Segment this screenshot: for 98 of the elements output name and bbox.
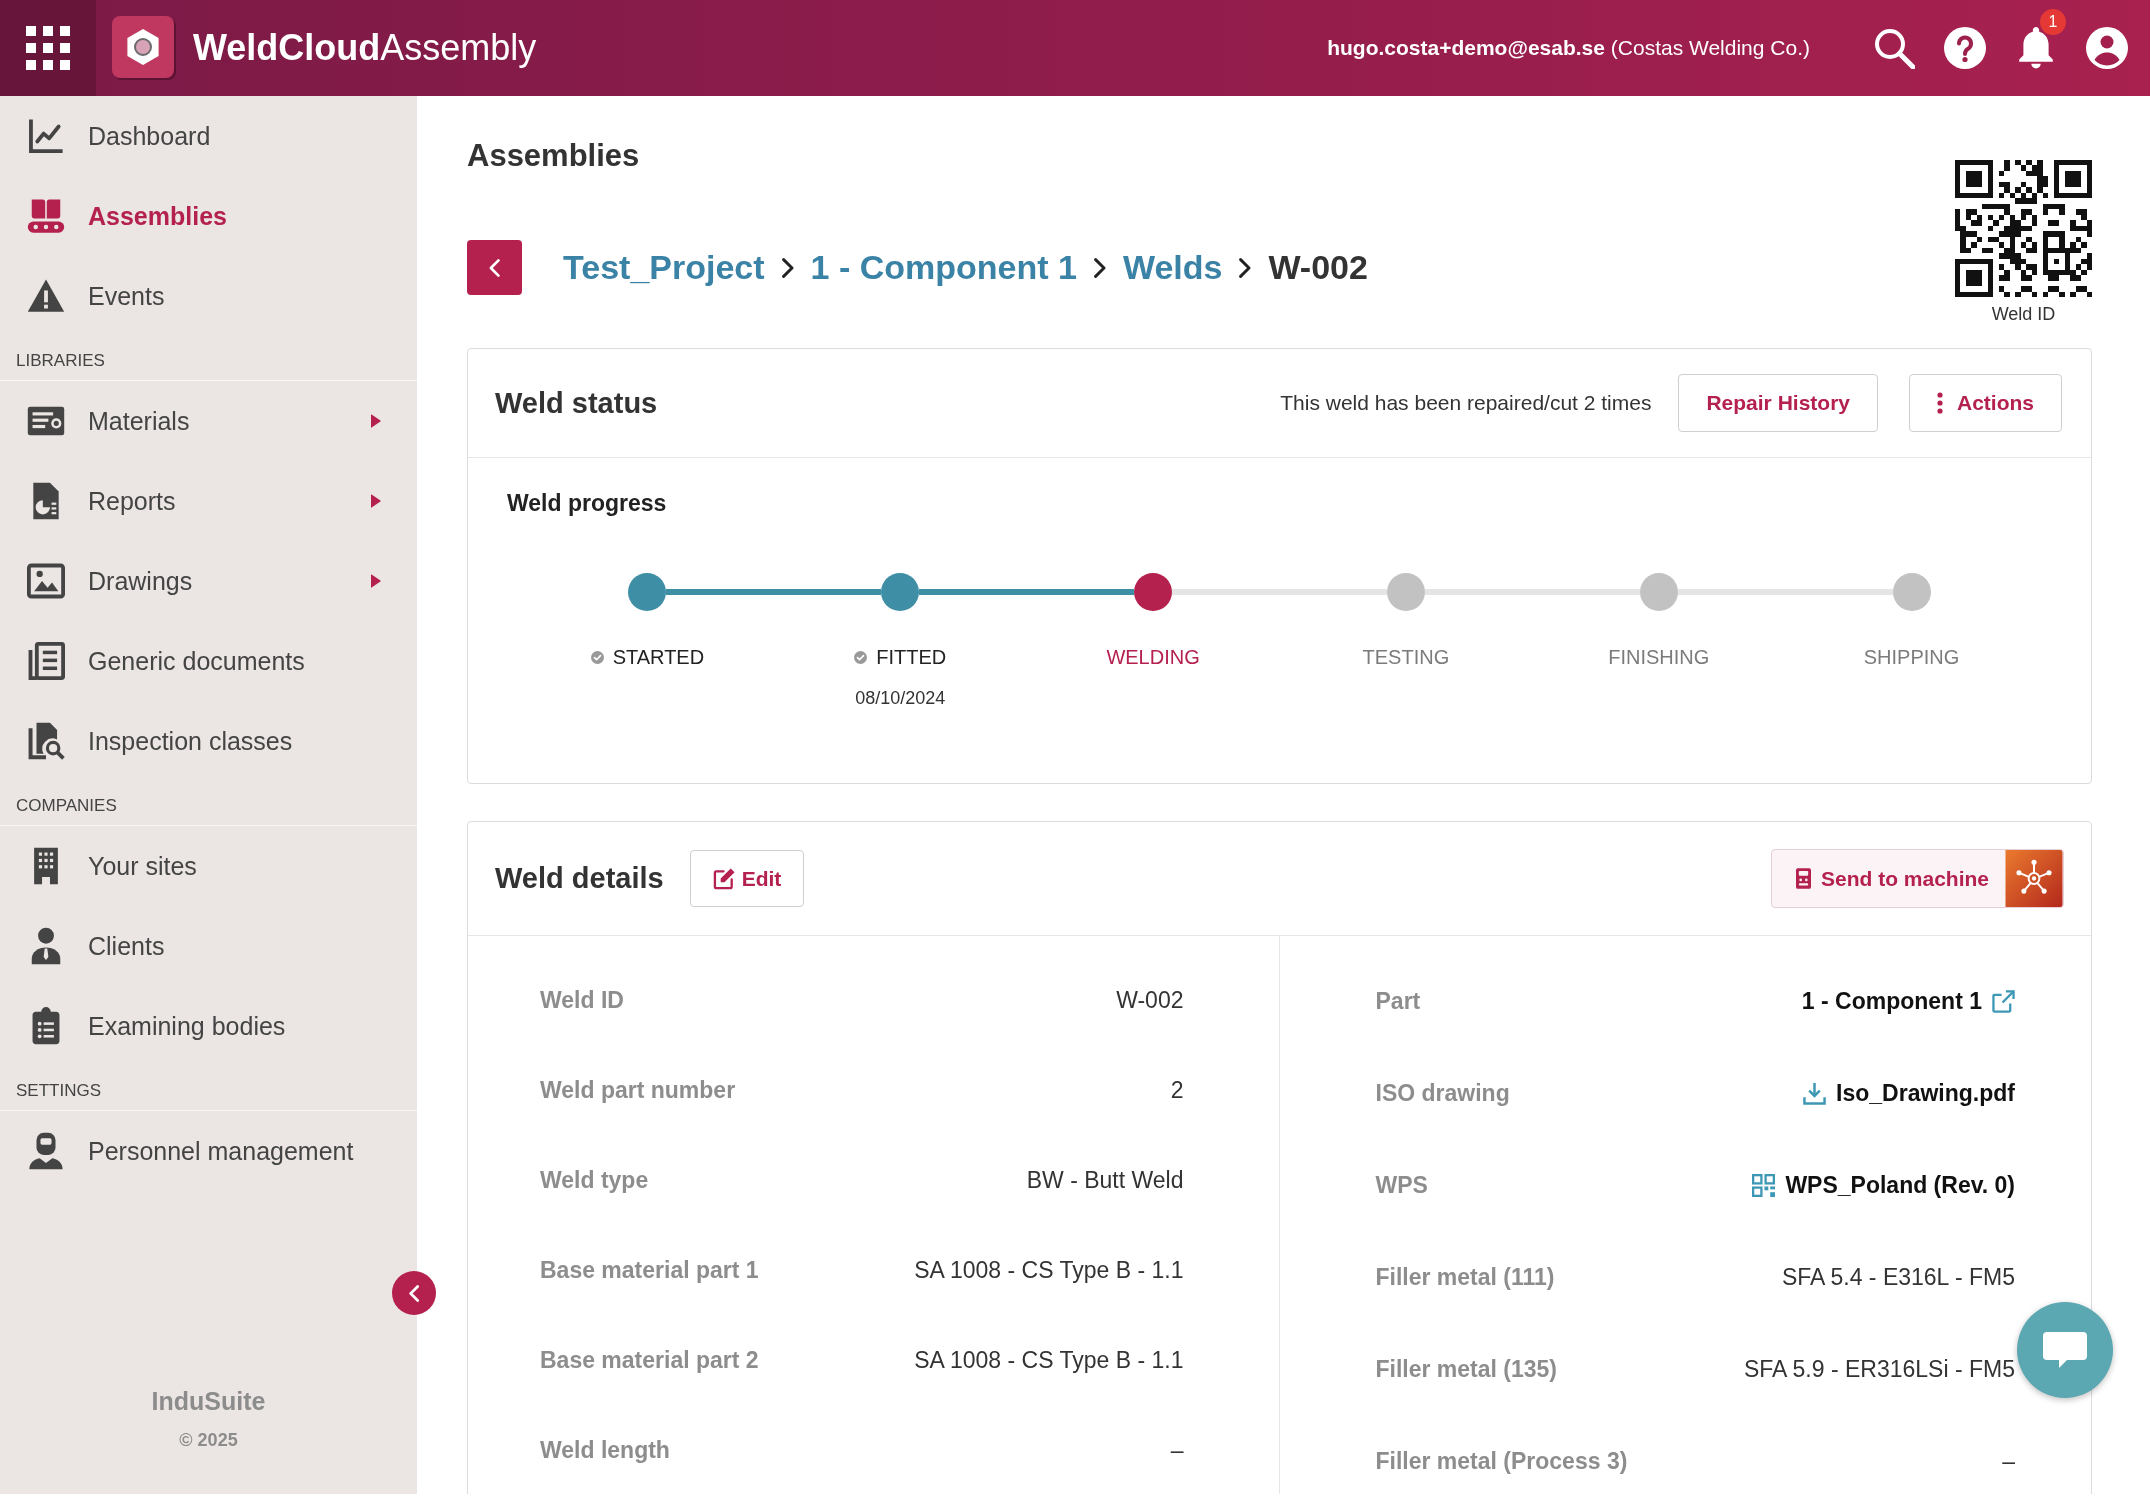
help-icon [1944, 27, 1986, 69]
edit-icon [712, 867, 736, 890]
chevron-right-icon [1239, 257, 1252, 278]
field-label: Base material part 2 [540, 1346, 759, 1374]
sidebar-item[interactable]: Drawings [0, 541, 417, 621]
field-value: – [1170, 1436, 1184, 1464]
field-label: Filler metal (111) [1375, 1263, 1555, 1291]
actions-menu-button[interactable]: Actions [1909, 374, 2062, 432]
send-to-machine-button[interactable]: Send to machine [1770, 849, 2064, 908]
section-heading: COMPANIES [0, 781, 417, 826]
page-title: Assemblies [467, 137, 640, 175]
section-heading: LIBRARIES [0, 336, 417, 381]
sidebar-item[interactable]: Dashboard [0, 96, 417, 176]
field-label: Filler metal (135) [1375, 1355, 1558, 1383]
field-value: BW - Butt Weld [1026, 1166, 1184, 1194]
breadcrumb-link[interactable]: 1 - Component 1 [810, 248, 1077, 287]
field-label: Weld part number [540, 1076, 736, 1104]
footer-brand: InduSuite [151, 1386, 266, 1416]
app-title: WeldCloudAssembly [193, 27, 537, 69]
field-value: SFA 5.9 - ER316LSi - FM5 [1744, 1355, 2015, 1383]
step-label: STARTED [612, 645, 705, 669]
check-circle-icon [590, 650, 604, 664]
step-label: TESTING [1362, 645, 1450, 669]
notification-badge: 1 [2040, 9, 2066, 35]
field-value: SA 1008 - CS Type B - 1.1 [914, 1346, 1184, 1374]
line-chart-icon [27, 117, 65, 155]
account-button[interactable] [2086, 27, 2128, 69]
chevron-right-icon [781, 257, 794, 278]
document-search-icon [27, 722, 65, 760]
document-icon [27, 642, 65, 680]
card-title: Weld details [495, 862, 664, 895]
warning-icon [27, 277, 65, 315]
sidebar-item[interactable]: Assemblies [0, 176, 417, 256]
section-heading: SETTINGS [0, 1066, 417, 1111]
sidebar-item[interactable]: Materials [0, 381, 417, 461]
welder-icon [27, 1132, 65, 1170]
grid-icon [26, 26, 70, 70]
download-icon [1803, 1081, 1827, 1105]
hub-icon [2005, 850, 2063, 907]
field-value: SFA 5.4 - E316L - FM5 [1781, 1263, 2015, 1291]
part-link[interactable]: 1 - Component 1 [1801, 987, 2015, 1015]
field-value: W-002 [1116, 986, 1184, 1014]
check-circle-icon [854, 650, 868, 664]
sidebar-item[interactable]: Reports [0, 461, 417, 541]
sidebar-item[interactable]: Clients [0, 906, 417, 986]
search-icon [1873, 27, 1915, 69]
field-value: – [2002, 1447, 2015, 1475]
copyright-text: © 2025 [179, 1429, 238, 1452]
machine-icon [1795, 868, 1811, 889]
search-button[interactable] [1873, 27, 1915, 69]
repair-note: This weld has been repaired/cut 2 times [1280, 391, 1652, 415]
breadcrumb-link[interactable]: Test_Project [563, 248, 765, 287]
user-account-label: hugo.costa+demo@esab.se (Costas Welding Co.) [1327, 36, 1810, 60]
account-icon [2086, 27, 2128, 69]
more-vertical-icon [1937, 392, 1943, 414]
field-label: ISO drawing [1375, 1079, 1510, 1107]
step-label: SHIPPING [1863, 645, 1960, 669]
qr-icon [1752, 1173, 1776, 1197]
step-label: FITTED [876, 645, 947, 669]
sidebar-item[interactable]: Inspection classes [0, 701, 417, 781]
section-title: Weld progress [507, 489, 667, 518]
step-date: 08/10/2024 [855, 687, 946, 710]
card-title: Weld status [495, 386, 658, 420]
chevron-left-icon [409, 1284, 419, 1302]
repair-history-button[interactable]: Repair History [1678, 374, 1878, 432]
sidebar-item[interactable]: Generic documents [0, 621, 417, 701]
field-value: 2 [1170, 1076, 1184, 1104]
chat-icon [2043, 1332, 2087, 1368]
sidebar-item[interactable]: Personnel management [0, 1111, 417, 1191]
document-link[interactable]: WPS_Poland (Rev. 0) [1752, 1171, 2015, 1199]
field-label: Weld ID [540, 986, 624, 1014]
chevron-left-icon [489, 258, 500, 277]
sidebar-item[interactable]: Examining bodies [0, 986, 417, 1066]
image-icon [27, 562, 65, 600]
field-label: Weld type [540, 1166, 649, 1194]
collapse-sidebar-button[interactable] [392, 1271, 436, 1315]
edit-button[interactable]: Edit [689, 850, 805, 907]
field-label: Part [1375, 987, 1421, 1015]
back-button[interactable] [467, 240, 522, 295]
external-link-icon [1992, 989, 2015, 1013]
sidebar-item[interactable]: Your sites [0, 826, 417, 906]
field-label: Base material part 1 [540, 1256, 759, 1284]
help-button[interactable] [1944, 27, 1986, 69]
step-label: WELDING [1106, 645, 1200, 669]
apps-button[interactable] [0, 0, 96, 96]
logo-icon [112, 16, 176, 80]
field-label: WPS [1375, 1171, 1428, 1199]
qr-caption: Weld ID [1991, 303, 2056, 325]
field-value: SA 1008 - CS Type B - 1.1 [914, 1256, 1184, 1284]
download-link[interactable]: Iso_Drawing.pdf [1803, 1079, 2015, 1107]
book-icon [27, 197, 65, 235]
breadcrumb-link[interactable]: Welds [1122, 248, 1223, 287]
sidebar-item[interactable]: Events [0, 256, 417, 336]
step-label: FINISHING [1608, 645, 1710, 669]
chevron-right-icon [1093, 257, 1106, 278]
field-label: Filler metal (Process 3) [1375, 1447, 1628, 1475]
current-breadcrumb: W-002 [1268, 248, 1368, 287]
field-label: Weld length [540, 1436, 670, 1464]
